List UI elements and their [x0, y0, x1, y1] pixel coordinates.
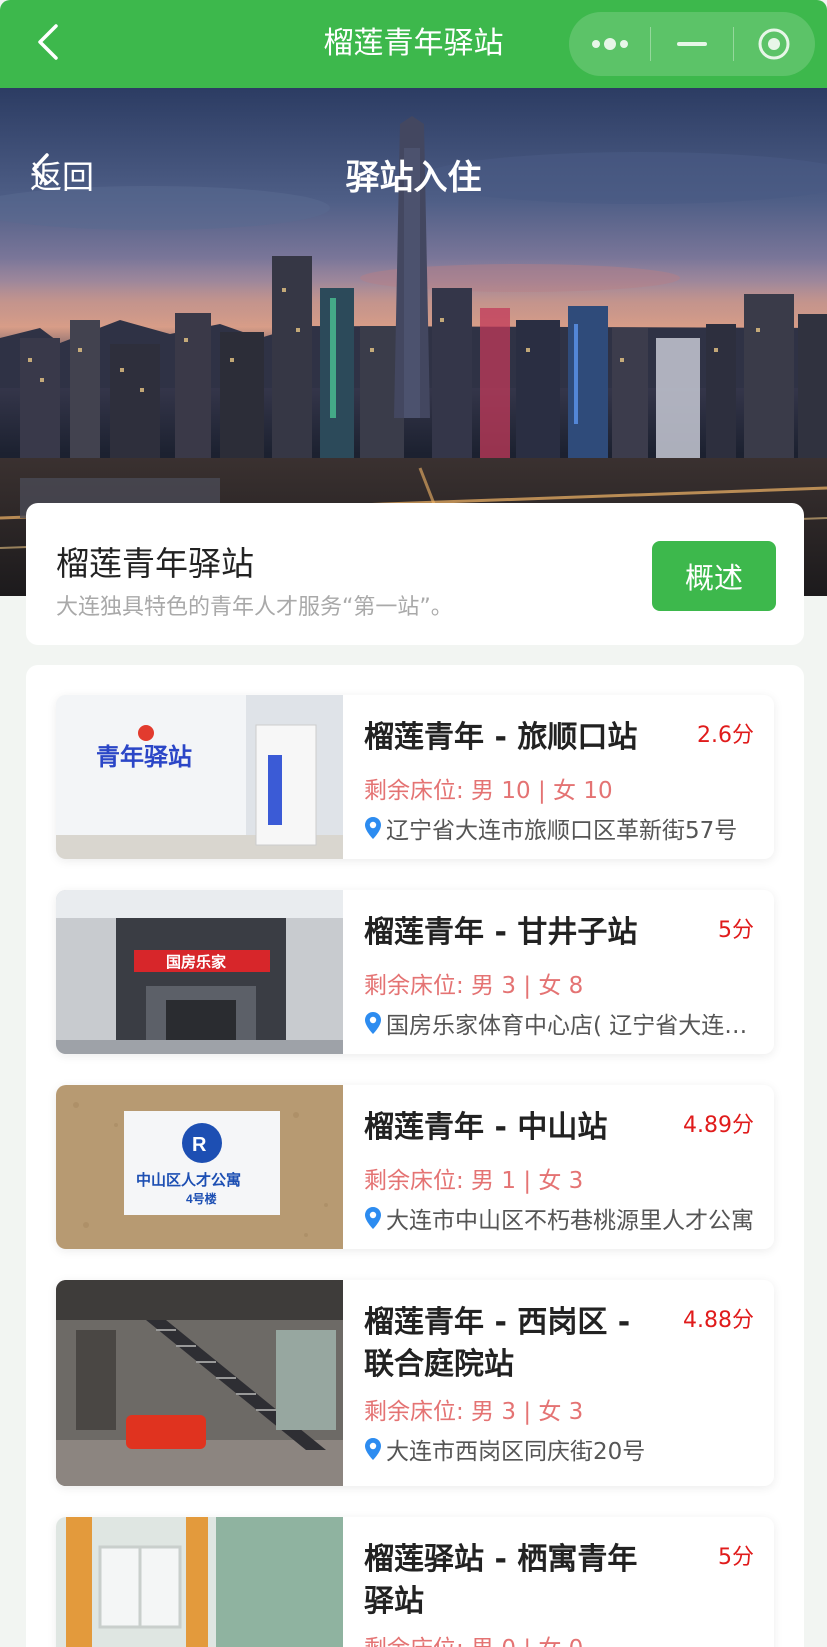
- station-score: 4.89分: [683, 1113, 754, 1138]
- station-beds: 剩余床位: 男 10 | 女 10: [364, 778, 613, 804]
- station-list: 青年驿站 榴莲青年 - 旅顺口站 2.6分 剩余床位: 男 10 | 女 10 …: [26, 665, 804, 1647]
- station-card[interactable]: 青年驿站 榴莲青年 - 旅顺口站 2.6分 剩余床位: 男 10 | 女 10 …: [56, 695, 774, 859]
- phone-screen: 榴莲青年驿站 返回 驿站入住 榴莲青年驿站 大连独具特色的青年人才服务“第一站”…: [0, 0, 827, 1647]
- more-dots-icon[interactable]: [569, 12, 650, 76]
- station-card[interactable]: R 中山区人才公寓 4号楼 榴莲青年 - 中山站 4.89分 剩余床位: 男 1…: [56, 1085, 774, 1249]
- station-beds: 剩余床位: 男 1 | 女 3: [364, 1168, 584, 1194]
- top-navigation-bar: 榴莲青年驿站: [0, 0, 827, 88]
- station-name: 榴莲青年 - 西岗区 - 联合庭院站: [364, 1305, 631, 1382]
- intro-subtitle: 大连独具特色的青年人才服务“第一站”。: [56, 595, 453, 620]
- station-score: 4.88分: [683, 1308, 754, 1333]
- hero-title: 驿站入住: [345, 158, 482, 198]
- station-name: 榴莲青年 - 甘井子站: [364, 915, 638, 950]
- intro-name: 榴莲青年驿站: [56, 544, 254, 583]
- station-photo: R 中山区人才公寓 4号楼: [56, 1085, 343, 1249]
- station-photo: [56, 1280, 343, 1486]
- minimize-icon[interactable]: [651, 12, 732, 76]
- station-photo: 青年驿站: [56, 695, 343, 859]
- location-pin-icon: [365, 1207, 381, 1229]
- station-address: 国房乐家体育中心店( 辽宁省大连市甘井子区): [364, 1006, 754, 1040]
- thumb-sign-subtext: 4号楼: [186, 1191, 217, 1206]
- station-card[interactable]: 榴莲青年 - 西岗区 - 联合庭院站 4.88分 剩余床位: 男 3 | 女 3…: [56, 1280, 774, 1486]
- station-photo: 国房乐家: [56, 890, 343, 1054]
- svg-text:R: R: [192, 1134, 207, 1156]
- station-address-text: 国房乐家体育中心店( 辽宁省大连市甘井子区): [386, 1013, 754, 1039]
- location-pin-icon: [365, 1438, 381, 1460]
- station-address-text: 大连市中山区不朽巷桃源里人才公寓: [386, 1208, 754, 1234]
- station-address-text: 大连市西岗区同庆街20号: [386, 1439, 646, 1465]
- station-photo: [56, 1517, 343, 1647]
- thumb-sign-text: 中山区人才公寓: [136, 1171, 241, 1189]
- thumb-sign-text: 青年驿站: [96, 743, 192, 771]
- station-name: 榴莲驿站 - 栖寓青年驿站: [364, 1542, 638, 1619]
- thumb-sign-text: 国房乐家: [166, 953, 226, 971]
- station-beds: 剩余床位: 男 0 | 女 0: [364, 1629, 583, 1647]
- intro-card: 榴莲青年驿站 大连独具特色的青年人才服务“第一站”。 概述: [26, 503, 804, 645]
- station-address: 大连市西岗区同庆街20号: [364, 1432, 754, 1466]
- station-score: 5分: [718, 1545, 754, 1570]
- location-pin-icon: [365, 1012, 381, 1034]
- station-name: 榴莲青年 - 旅顺口站: [364, 720, 638, 755]
- overview-button[interactable]: 概述: [652, 541, 776, 611]
- station-name: 榴莲青年 - 中山站: [364, 1110, 608, 1145]
- location-pin-icon: [365, 817, 381, 839]
- station-score: 2.6分: [697, 723, 754, 748]
- mini-program-capsule: [569, 12, 815, 76]
- station-address: 大连市中山区不朽巷桃源里人才公寓: [364, 1201, 754, 1235]
- station-score: 5分: [718, 918, 754, 943]
- close-target-icon[interactable]: [734, 12, 815, 76]
- station-beds: 剩余床位: 男 3 | 女 8: [364, 973, 584, 999]
- station-card[interactable]: 榴莲驿站 - 栖寓青年驿站 5分 剩余床位: 男 0 | 女 0: [56, 1517, 774, 1647]
- station-address: 辽宁省大连市旅顺口区革新街57号: [364, 811, 754, 845]
- station-address-text: 辽宁省大连市旅顺口区革新街57号: [386, 818, 738, 844]
- station-card[interactable]: 国房乐家 榴莲青年 - 甘井子站 5分 剩余床位: 男 3 | 女 8 国房乐家…: [56, 890, 774, 1054]
- station-beds: 剩余床位: 男 3 | 女 3: [364, 1399, 584, 1425]
